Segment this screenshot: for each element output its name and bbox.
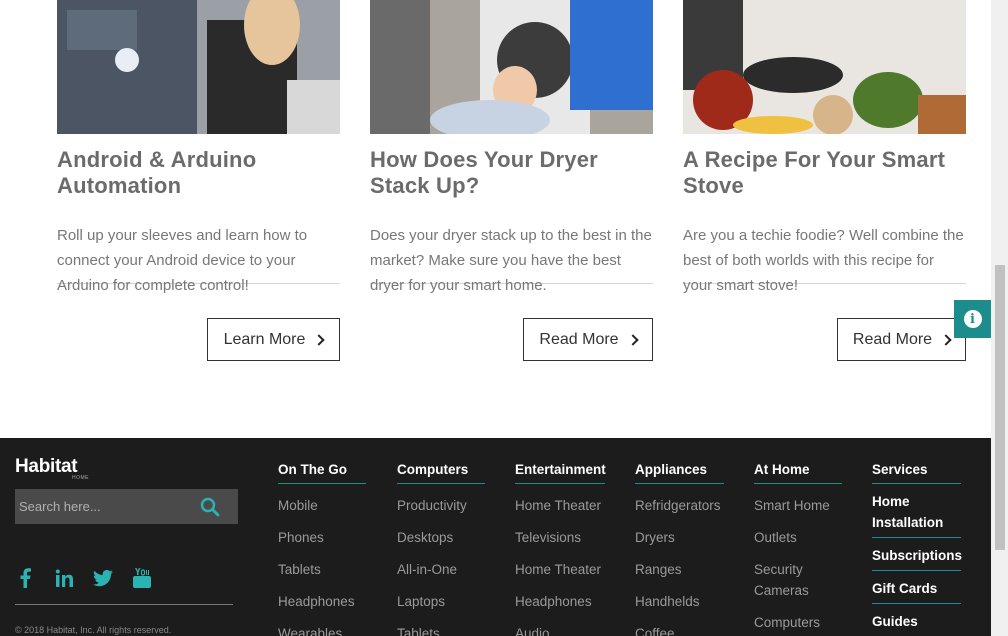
footer-link[interactable]: Smart Home xyxy=(754,495,842,516)
footer-search xyxy=(15,489,238,524)
card-image[interactable] xyxy=(683,0,966,134)
footer-link[interactable]: Phones xyxy=(278,527,366,548)
footer-link[interactable]: All-in-One xyxy=(397,559,485,580)
chevron-right-icon xyxy=(313,333,326,346)
linkedin-icon[interactable] xyxy=(54,568,74,588)
search-input[interactable] xyxy=(15,499,195,514)
footer-column-appliances: Appliances Refridgerators Dryers Ranges … xyxy=(635,462,724,636)
card-image[interactable] xyxy=(57,0,340,134)
column-heading[interactable]: On The Go xyxy=(278,462,366,484)
footer-link[interactable]: Refridgerators xyxy=(635,495,724,516)
button-label: Learn More xyxy=(223,330,306,348)
twitter-icon[interactable] xyxy=(93,568,113,588)
article-card: How Does Your Dryer Stack Up? Does your … xyxy=(370,0,653,294)
footer-link[interactable]: Wearables xyxy=(278,623,366,636)
habitat-logo[interactable]: Habitat xyxy=(15,456,78,478)
footer-link[interactable]: Laptops xyxy=(397,591,485,612)
footer-link[interactable]: Subscriptions xyxy=(872,545,962,571)
site-footer: Habitat HOME © 2018 Habitat, Inc. All ri… xyxy=(0,438,991,636)
column-heading[interactable]: Services xyxy=(872,462,961,484)
info-icon: i xyxy=(963,310,982,328)
page-scrollbar[interactable] xyxy=(991,0,1008,636)
footer-link[interactable]: Home Installation xyxy=(872,491,961,538)
footer-column-on-the-go: On The Go Mobile Phones Tablets Headphon… xyxy=(278,462,366,636)
footer-link[interactable]: Security Cameras xyxy=(754,559,824,601)
scrollbar-thumb[interactable] xyxy=(995,265,1005,550)
card-text: Are you a techie foodie? Well combine th… xyxy=(683,223,966,294)
footer-link[interactable]: Dryers xyxy=(635,527,724,548)
card-text: Roll up your sleeves and learn how to co… xyxy=(57,223,340,294)
logo-subtext: HOME xyxy=(72,475,89,481)
card-title[interactable]: How Does Your Dryer Stack Up? xyxy=(370,147,653,199)
column-heading[interactable]: Computers xyxy=(397,462,485,484)
facebook-icon[interactable] xyxy=(15,568,35,588)
button-label: Read More xyxy=(539,330,619,348)
footer-link[interactable]: Tablets xyxy=(397,623,485,636)
info-tab-button[interactable]: i xyxy=(954,300,991,338)
footer-link[interactable]: Guides xyxy=(872,611,961,636)
article-card: A Recipe For Your Smart Stove Are you a … xyxy=(683,0,966,294)
column-heading[interactable]: Appliances xyxy=(635,462,724,484)
learn-more-button[interactable]: Learn More xyxy=(207,318,340,361)
card-title[interactable]: Android & Arduino Automation xyxy=(57,147,340,199)
youtube-icon[interactable] xyxy=(132,568,152,588)
copyright-text: © 2018 Habitat, Inc. All rights reserved… xyxy=(15,625,172,635)
footer-link[interactable]: Outlets xyxy=(754,527,842,548)
footer-link[interactable]: Tablets xyxy=(278,559,366,580)
button-label: Read More xyxy=(852,330,933,348)
column-heading[interactable]: At Home xyxy=(754,462,842,484)
card-text: Does your dryer stack up to the best in … xyxy=(370,223,653,294)
footer-link[interactable]: Desktops xyxy=(397,527,485,548)
footer-link[interactable]: Productivity xyxy=(397,495,485,516)
search-icon[interactable] xyxy=(200,497,220,517)
footer-link[interactable]: Televisions xyxy=(515,527,605,548)
article-card: Android & Arduino Automation Roll up you… xyxy=(57,0,340,294)
footer-link[interactable]: Home Theater xyxy=(515,559,605,580)
footer-link[interactable]: Headphones xyxy=(515,591,605,612)
social-links xyxy=(15,568,152,588)
column-heading[interactable]: Entertainment xyxy=(515,462,606,484)
footer-column-computers: Computers Productivity Desktops All-in-O… xyxy=(397,462,485,636)
chevron-right-icon xyxy=(940,333,952,346)
footer-column-services: Services Home Installation Subscriptions… xyxy=(872,462,962,636)
footer-link[interactable]: Coffee xyxy=(635,623,724,636)
card-image[interactable] xyxy=(370,0,653,134)
footer-link[interactable]: Headphones xyxy=(278,591,366,612)
footer-column-entertainment: Entertainment Home Theater Televisions H… xyxy=(515,462,606,636)
read-more-button[interactable]: Read More xyxy=(837,318,966,361)
footer-divider xyxy=(15,604,233,605)
footer-link[interactable]: Computers xyxy=(754,612,842,633)
footer-link[interactable]: Audio xyxy=(515,623,605,636)
footer-column-at-home: At Home Smart Home Outlets Security Came… xyxy=(754,462,842,633)
footer-link[interactable]: Gift Cards xyxy=(872,578,961,604)
card-title[interactable]: A Recipe For Your Smart Stove xyxy=(683,147,966,199)
read-more-button[interactable]: Read More xyxy=(523,318,653,361)
footer-link[interactable]: Ranges xyxy=(635,559,724,580)
footer-link[interactable]: Handhelds xyxy=(635,591,724,612)
chevron-right-icon xyxy=(626,333,639,346)
footer-link[interactable]: Mobile xyxy=(278,495,366,516)
footer-link[interactable]: Home Theater xyxy=(515,495,605,516)
